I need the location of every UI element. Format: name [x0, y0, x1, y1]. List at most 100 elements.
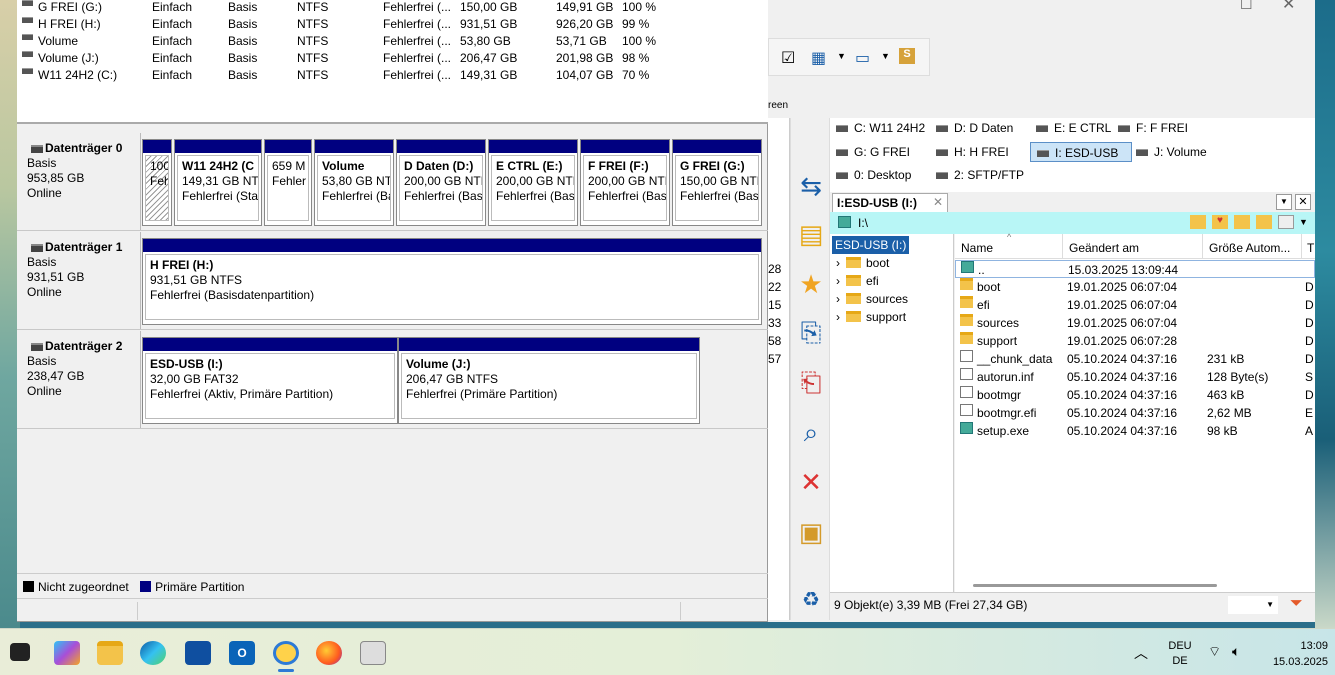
drive-button[interactable]: 2: SFTP/FTP: [930, 165, 1024, 185]
control-center-icon[interactable]: [273, 641, 299, 665]
clock[interactable]: 13:09 15.03.2025: [1262, 638, 1328, 670]
drive-button[interactable]: D: D Daten: [930, 118, 1013, 138]
copy-path-icon[interactable]: [1278, 215, 1294, 229]
folder-minus-icon[interactable]: ▤: [795, 218, 827, 250]
file-row[interactable]: support 19.01.2025 06:07:28 D: [955, 332, 1315, 350]
volume-row[interactable]: Volume Einfach Basis NTFS Fehlerfrei (... 53,…: [17, 33, 768, 50]
partition[interactable]: F FREI (F:) 200,00 GB NTF Fehlerfrei (Basi: [580, 139, 670, 226]
favorites-icon[interactable]: ♥: [1212, 215, 1228, 229]
horizontal-scrollbar[interactable]: [973, 584, 1217, 587]
volume-row[interactable]: W11 24H2 (C:) Einfach Basis NTFS Fehlerfrei …: [17, 67, 768, 84]
tree-item[interactable]: › sources: [836, 290, 908, 308]
parent-folder-icon[interactable]: [1234, 215, 1250, 229]
move-icon[interactable]: ⎗: [795, 366, 827, 398]
chevron-right-icon[interactable]: ›: [836, 256, 840, 270]
disk-label[interactable]: Datenträger 1 Basis 931,51 GB Online: [17, 232, 141, 329]
drive-button[interactable]: G: G FREI: [830, 142, 910, 162]
file-row[interactable]: efi 19.01.2025 06:07:04 D: [955, 296, 1315, 314]
file-row[interactable]: setup.exe 05.10.2024 04:37:16 98 kB A: [955, 422, 1315, 440]
drive-button[interactable]: H: H FREI: [930, 142, 1009, 162]
task-view-icon[interactable]: [10, 643, 30, 661]
search-icon[interactable]: ⌕: [795, 416, 827, 448]
tab-esd-usb[interactable]: I:ESD-USB (I:) ✕: [832, 193, 948, 212]
volume-row[interactable]: H FREI (H:) Einfach Basis NTFS Fehlerfrei (.…: [17, 16, 768, 33]
partition[interactable]: Volume (J:) 206,47 GB NTFS Fehlerfrei (Pri…: [398, 337, 700, 424]
partition[interactable]: G FREI (G:) 150,00 GB NTF Fehlerfrei (Basi: [672, 139, 762, 226]
path-bar[interactable]: I:\ ♥ ▼: [830, 212, 1315, 234]
partition[interactable]: H FREI (H:) 931,51 GB NTFS Fehlerfrei (Bas…: [142, 238, 762, 325]
firefox-icon[interactable]: [316, 641, 342, 665]
wifi-icon[interactable]: ⌔: [1208, 643, 1221, 661]
partition[interactable]: W11 24H2 (C 149,31 GB NTF Fehlerfrei (Sta: [174, 139, 262, 226]
column-name[interactable]: Name: [961, 241, 993, 255]
close-panel-icon[interactable]: ✕: [1295, 194, 1311, 210]
volume-row[interactable]: Volume (J:) Einfach Basis NTFS Fehlerfrei (.…: [17, 50, 768, 67]
file-explorer-icon[interactable]: [97, 641, 123, 665]
s-icon[interactable]: S: [899, 48, 915, 64]
close-icon[interactable]: ✕: [1282, 0, 1295, 14]
tree-item[interactable]: › support: [836, 308, 906, 326]
partition[interactable]: Volume 53,80 GB NTI Fehlerfrei (Ba: [314, 139, 394, 226]
tree-item[interactable]: › efi: [836, 272, 879, 290]
monitor-icon[interactable]: ▭: [855, 48, 870, 68]
tree-item[interactable]: › boot: [836, 254, 889, 272]
grid-view-icon[interactable]: ▦: [811, 48, 826, 68]
disk-label[interactable]: Datenträger 2 Basis 238,47 GB Online: [17, 331, 141, 428]
recycle-icon[interactable]: ♻: [795, 584, 827, 616]
file-row[interactable]: boot 19.01.2025 06:07:04 D: [955, 278, 1315, 296]
total-commander-icon[interactable]: [360, 641, 386, 665]
tree-root[interactable]: ESD-USB (I:): [832, 236, 910, 254]
file-row[interactable]: sources 19.01.2025 06:07:04 D: [955, 314, 1315, 332]
drive-button[interactable]: I: ESD-USB: [1030, 142, 1132, 162]
file-t: D: [1305, 352, 1314, 366]
store-icon[interactable]: [185, 641, 211, 665]
outlook-icon[interactable]: O: [229, 641, 255, 665]
drive-button[interactable]: F: F FREI: [1112, 118, 1188, 138]
chevron-right-icon[interactable]: ›: [836, 310, 840, 324]
column-date[interactable]: Geändert am: [1069, 241, 1139, 255]
drive-button[interactable]: J: Volume: [1130, 142, 1207, 162]
file-row[interactable]: autorun.inf 05.10.2024 04:37:16 128 Byte(s…: [955, 368, 1315, 386]
close-tab-icon[interactable]: ✕: [933, 195, 943, 209]
drive-button[interactable]: E: E CTRL: [1030, 118, 1111, 138]
history-icon[interactable]: [1190, 215, 1206, 229]
file-row[interactable]: __chunk_data 05.10.2024 04:37:16 231 kB D: [955, 350, 1315, 368]
chevron-down-icon[interactable]: ▼: [881, 51, 890, 61]
partition[interactable]: E CTRL (E:) 200,00 GB NTF Fehlerfrei (Basi: [488, 139, 578, 226]
copilot-icon[interactable]: [54, 641, 80, 665]
column-type[interactable]: T: [1307, 241, 1314, 255]
column-size[interactable]: Größe Autom...: [1209, 241, 1290, 255]
disk-label[interactable]: Datenträger 0 Basis 953,85 GB Online: [17, 133, 141, 230]
chevron-right-icon[interactable]: ›: [836, 274, 840, 288]
chevron-down-icon[interactable]: ▼: [1299, 217, 1308, 227]
file-row[interactable]: .. 15.03.2025 13:09:44: [955, 260, 1315, 278]
star-icon[interactable]: ★: [795, 268, 827, 300]
drive-icon: [22, 17, 33, 23]
partition[interactable]: ESD-USB (I:) 32,00 GB FAT32 Fehlerfrei (Ak…: [142, 337, 398, 424]
file-row[interactable]: bootmgr.efi 05.10.2024 04:37:16 2,62 MB E: [955, 404, 1315, 422]
filter-icon[interactable]: ⏷: [1290, 595, 1303, 613]
drive-button[interactable]: C: W11 24H2: [830, 118, 925, 138]
root-folder-icon[interactable]: [1256, 215, 1272, 229]
chevron-down-icon[interactable]: ▼: [837, 51, 846, 61]
delete-icon[interactable]: ✕: [795, 466, 827, 498]
checklist-icon[interactable]: ☑: [781, 48, 795, 68]
edge-icon[interactable]: [140, 641, 166, 665]
partition[interactable]: D Daten (D:) 200,00 GB NTF Fehlerfrei (Bas…: [396, 139, 486, 226]
tree-label: support: [866, 310, 907, 324]
sync-folder-icon[interactable]: ▣: [795, 516, 827, 548]
tray-chevron-icon[interactable]: ︿: [1134, 643, 1148, 663]
input-language[interactable]: DEU DE: [1166, 639, 1194, 669]
chevron-right-icon[interactable]: ›: [836, 292, 840, 306]
file-row[interactable]: bootmgr 05.10.2024 04:37:16 463 kB D: [955, 386, 1315, 404]
maximize-icon[interactable]: ☐: [1240, 0, 1253, 13]
partition[interactable]: 659 M Fehler: [264, 139, 312, 226]
compare-icon[interactable]: ⇆: [795, 170, 827, 202]
volume-row[interactable]: G FREI (G:) Einfach Basis NTFS Fehlerfrei (.…: [17, 0, 768, 16]
filter-dropdown[interactable]: ▼: [1228, 596, 1278, 614]
copy-icon[interactable]: ⎘: [795, 316, 827, 348]
speaker-icon[interactable]: 🔈︎: [1232, 643, 1240, 660]
drive-button[interactable]: 0: Desktop: [830, 165, 911, 185]
dropdown-icon[interactable]: ▼: [1276, 194, 1292, 210]
partition[interactable]: 100 Feh: [142, 139, 172, 226]
